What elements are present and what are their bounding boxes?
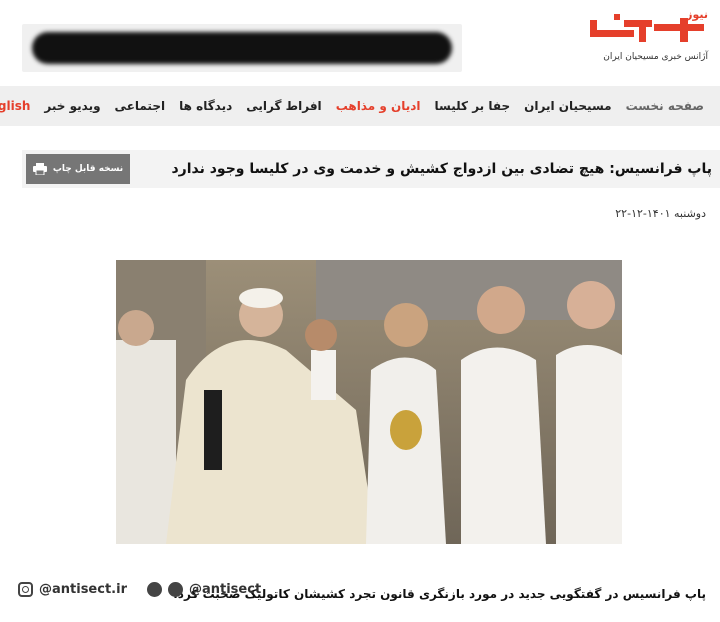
eitaa-icon[interactable] (167, 582, 183, 597)
article-title: پاپ فرانسیس: هیچ تضادی بین ازدواج کشیش و… (171, 161, 712, 177)
print-button[interactable]: نسخه قابل چاپ (26, 154, 130, 184)
printer-icon (32, 163, 47, 175)
nav-item-4[interactable]: افراط گرایی (246, 99, 321, 113)
nav-item-1[interactable]: مسیحیان ایران (524, 99, 611, 113)
nav-item-3[interactable]: ادیان و مذاهب (336, 99, 421, 113)
nav-item-8[interactable]: English (0, 99, 30, 113)
article-photo (116, 260, 622, 544)
site-logo[interactable]: نیوز آژانس خبری مسیحیان ایران (558, 8, 708, 72)
main-nav: صفحه نخست مسیحیان ایران جفا بر کلیسا ادیان … (0, 86, 720, 126)
print-button-label: نسخه قابل چاپ (52, 164, 124, 174)
logo-tagline: آژانس خبری مسیحیان ایران (603, 52, 708, 62)
nav-item-0[interactable]: صفحه نخست (626, 99, 704, 113)
social-handle-main[interactable]: @antisect (189, 582, 261, 597)
article-date: دوشنبه ۱۴۰۱-۱۲-۲۲ (615, 207, 706, 220)
article-title-bar: پاپ فرانسیس: هیچ تضادی بین ازدواج کشیش و… (22, 150, 720, 188)
nav-item-2[interactable]: جفا بر کلیسا (435, 99, 511, 113)
social-links: @antisect.ir @antisect (18, 582, 261, 597)
social-handle-instagram[interactable]: @antisect.ir (39, 582, 127, 597)
nav-item-6[interactable]: اجتماعی (115, 99, 166, 113)
instagram-icon[interactable] (18, 582, 33, 597)
nav-item-5[interactable]: دیدگاه ها (179, 99, 232, 113)
nav-item-7[interactable]: ویدیو خبر (44, 99, 100, 113)
logo-mark (590, 14, 704, 42)
redacted-banner (22, 24, 462, 72)
telegram-icon[interactable] (146, 582, 162, 597)
